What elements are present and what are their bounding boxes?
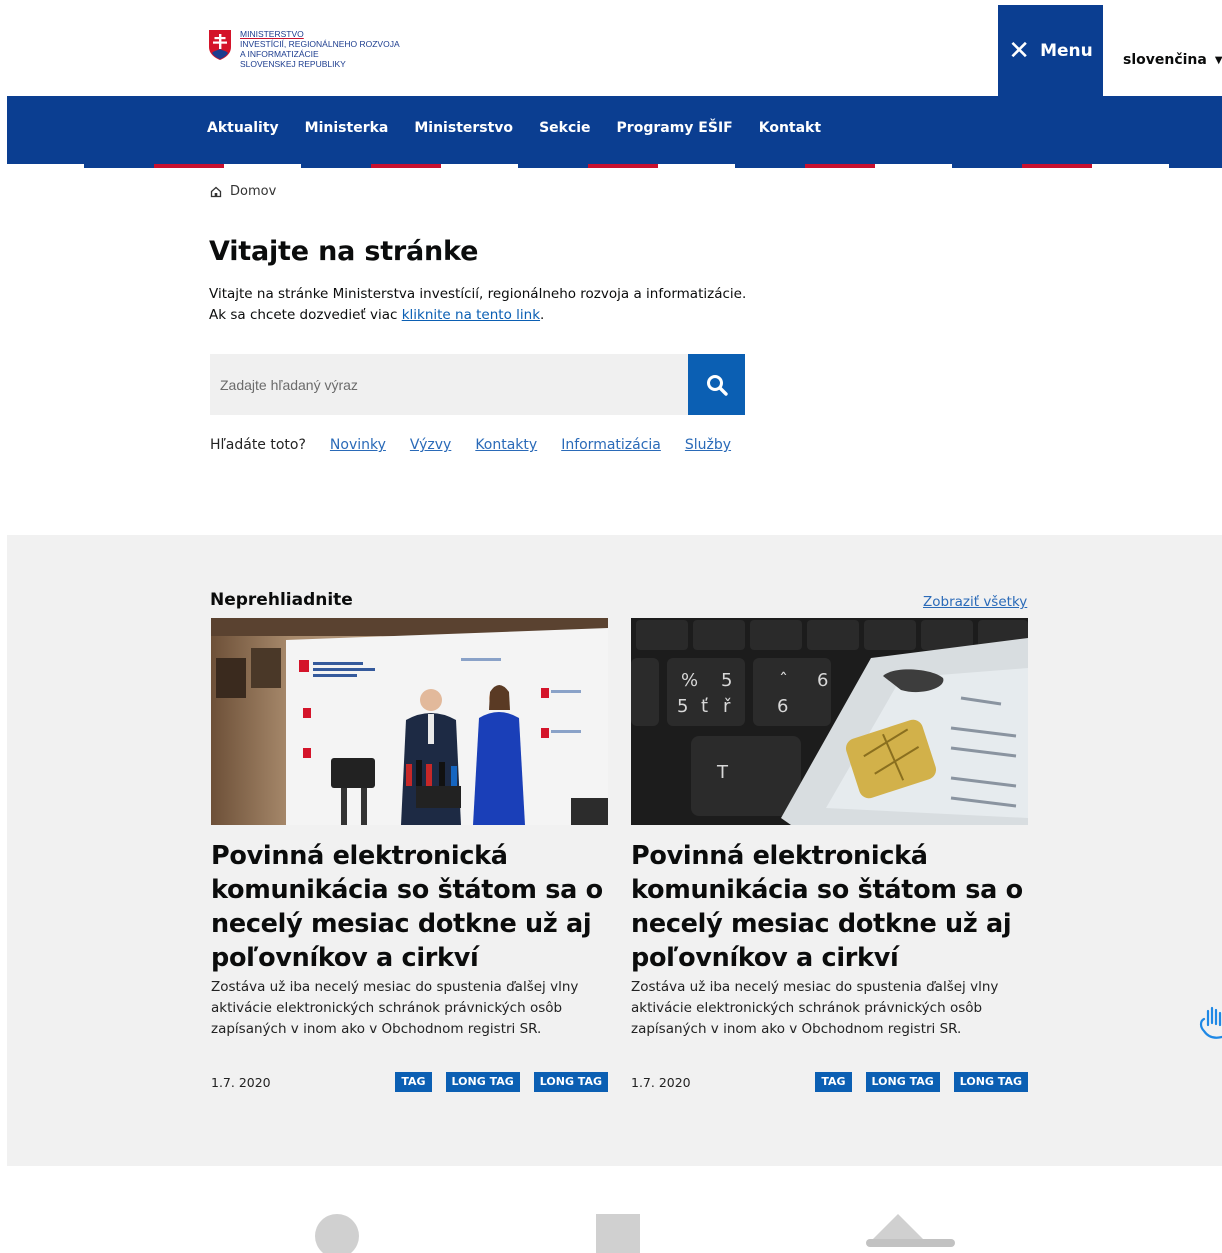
svg-text:6: 6 — [817, 670, 828, 691]
svg-text:ˆ: ˆ — [779, 670, 788, 691]
card-text: Zostáva už iba necelý mesiac do spusteni… — [631, 979, 999, 1037]
hand-cursor-icon — [1199, 1006, 1222, 1039]
card-image-press-conference[interactable] — [211, 618, 608, 825]
svg-text:T: T — [716, 762, 729, 783]
intro-line-2: Ak sa chcete dozvedieť viac kliknite na … — [209, 305, 769, 326]
intro-link[interactable]: kliknite na tento link — [402, 307, 540, 323]
handle-bar-icon — [866, 1239, 955, 1247]
suggest-label: Hľadáte toto? — [210, 437, 306, 453]
card-meta: 1.7. 2020 TAG LONG TAG LONG TAG — [211, 1072, 608, 1094]
search-icon — [706, 374, 728, 396]
tricolor-stripe — [7, 164, 1222, 168]
nav-item-ministerstvo[interactable]: Ministerstvo — [414, 120, 513, 136]
search-suggestions: Hľadáte toto? Novinky Výzvy Kontakty Inf… — [210, 437, 731, 453]
suggest-link-informatizacia[interactable]: Informatizácia — [561, 437, 661, 453]
svg-text:%: % — [681, 670, 698, 691]
tag-badge[interactable]: LONG TAG — [533, 1072, 608, 1092]
svg-text:ť: ť — [701, 696, 708, 717]
card-title[interactable]: Povinná elektronická komunikácia so štát… — [211, 839, 608, 975]
featured-section — [7, 535, 1222, 1166]
svg-text:ř: ř — [723, 696, 731, 717]
card-title[interactable]: Povinná elektronická komunikácia so štát… — [631, 839, 1028, 975]
see-all-link[interactable]: Zobraziť všetky — [923, 594, 1027, 610]
language-label: slovenčina — [1123, 52, 1207, 68]
news-card[interactable]: % 5 5ťř ˆ 6 6 T Povinná elektronická komuni… — [631, 618, 1028, 1094]
close-icon: ✕ — [1008, 35, 1031, 66]
intro-prefix: Ak sa chcete dozvedieť viac — [209, 307, 402, 323]
svg-text:6: 6 — [777, 696, 788, 717]
menu-label: Menu — [1040, 40, 1093, 61]
tag-badge[interactable]: LONG TAG — [445, 1072, 520, 1092]
card-text: Zostáva už iba necelý mesiac do spusteni… — [211, 979, 579, 1037]
logo-line: A INFORMATIZÁCIE — [240, 49, 319, 59]
logo-line: INVESTÍCIÍ, REGIONÁLNEHO ROZVOJA — [240, 39, 400, 49]
logo-line: MINISTERSTVO — [240, 29, 304, 39]
svg-text:5: 5 — [721, 670, 732, 691]
intro-text: Vitajte na stránke Ministerstva investíc… — [209, 284, 769, 326]
caret-down-icon: ▼ — [1214, 54, 1222, 66]
main-navigation: Aktuality Ministerka Ministerstvo Sekcie… — [7, 96, 1222, 164]
tag-badge[interactable]: TAG — [815, 1072, 852, 1092]
tag-badge[interactable]: LONG TAG — [865, 1072, 940, 1092]
menu-button[interactable]: ✕ Menu — [998, 5, 1103, 96]
search-button[interactable] — [688, 354, 745, 415]
suggest-link-novinky[interactable]: Novinky — [330, 437, 386, 453]
logo-line: SLOVENSKEJ REPUBLIKY — [240, 59, 346, 69]
home-square-icon — [596, 1214, 640, 1253]
site-header: MINISTERSTVO INVESTÍCIÍ, REGIONÁLNEHO RO… — [7, 5, 1222, 96]
nav-item-aktuality[interactable]: Aktuality — [207, 120, 279, 136]
tag-badge[interactable]: LONG TAG — [953, 1072, 1028, 1092]
card-meta: 1.7. 2020 TAG LONG TAG LONG TAG — [631, 1072, 1028, 1094]
nav-item-ministerka[interactable]: Ministerka — [305, 120, 389, 136]
breadcrumb: Domov — [210, 184, 276, 199]
section-title: Neprehliadnite — [210, 590, 353, 610]
search-input[interactable] — [210, 354, 688, 415]
news-card[interactable]: Povinná elektronická komunikácia so štát… — [211, 618, 608, 1094]
intro-line: Vitajte na stránke Ministerstva investíc… — [209, 286, 747, 302]
nav-item-kontakt[interactable]: Kontakt — [759, 120, 821, 136]
card-date: 1.7. 2020 — [631, 1075, 691, 1090]
search-bar — [210, 354, 745, 415]
intro-suffix: . — [540, 307, 545, 323]
nav-item-sekcie[interactable]: Sekcie — [539, 120, 590, 136]
suggest-link-vyzvy[interactable]: Výzvy — [410, 437, 451, 453]
card-image-id-card-keyboard[interactable]: % 5 5ťř ˆ 6 6 T — [631, 618, 1028, 825]
language-selector[interactable]: slovenčina ▼ — [1123, 52, 1222, 68]
back-circle-icon — [315, 1214, 359, 1253]
suggest-link-kontakty[interactable]: Kontakty — [475, 437, 537, 453]
nav-item-programy-esif[interactable]: Programy EŠIF — [617, 120, 733, 136]
coat-of-arms-icon — [209, 30, 231, 60]
page-title: Vitajte na stránke — [209, 236, 479, 267]
home-icon — [210, 186, 222, 197]
card-date: 1.7. 2020 — [211, 1075, 271, 1090]
system-navigation-bar — [315, 1214, 955, 1253]
tag-badge[interactable]: TAG — [395, 1072, 432, 1092]
suggest-link-sluzby[interactable]: Služby — [685, 437, 731, 453]
logo-text: MINISTERSTVO INVESTÍCIÍ, REGIONÁLNEHO RO… — [240, 29, 400, 69]
breadcrumb-home[interactable]: Domov — [230, 184, 276, 199]
svg-text:5: 5 — [677, 696, 688, 717]
ministry-logo[interactable]: MINISTERSTVO INVESTÍCIÍ, REGIONÁLNEHO RO… — [208, 29, 400, 69]
